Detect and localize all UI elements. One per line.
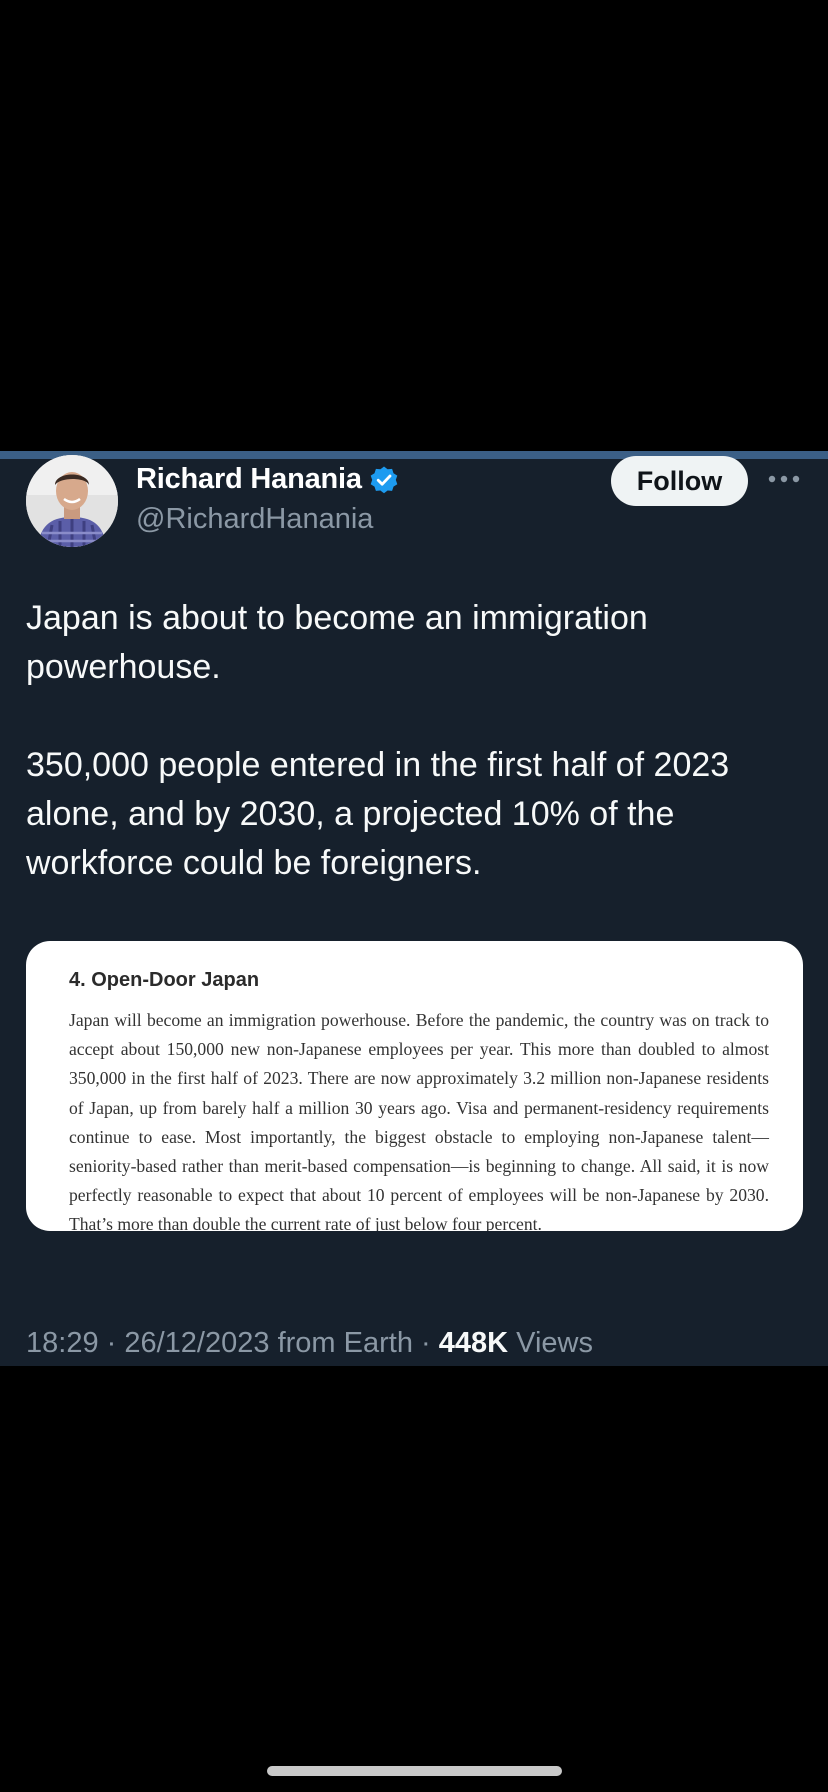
tweet-time[interactable]: 18:29 [26,1327,99,1359]
tweet-meta: 18:29 · 26/12/2023 from Earth · 448K Vie… [26,1327,593,1360]
tweet-source: from Earth [269,1327,413,1359]
meta-separator: · [98,1327,125,1359]
verified-badge-icon[interactable] [369,465,399,495]
attached-image[interactable]: 4. Open-Door Japan Japan will become an … [26,941,803,1231]
tweet-date[interactable]: 26/12/2023 [124,1327,269,1359]
views-label[interactable]: Views [508,1327,593,1359]
tweet-text: Japan is about to become an immigration … [26,594,806,888]
follow-button[interactable]: Follow [611,456,748,506]
ellipsis-icon[interactable] [767,469,801,489]
home-indicator[interactable] [267,1766,562,1776]
image-body-text: Japan will become an immigration powerho… [69,1010,769,1231]
meta-separator: · [412,1327,439,1359]
tweet-paragraph: 350,000 people entered in the first half… [26,746,730,882]
avatar[interactable] [26,455,118,547]
cropped-text-remnant [70,941,630,945]
image-heading: 4. Open-Door Japan [69,969,260,991]
views-count[interactable]: 448K [439,1327,508,1359]
author-display-name[interactable]: Richard Hanania [136,463,362,496]
author-name-row[interactable]: Richard Hanania [136,463,399,496]
tweet-card: Richard Hanania @RichardHanania Follow J… [0,451,828,1366]
author-handle[interactable]: @RichardHanania [136,503,373,536]
tweet-paragraph: Japan is about to become an immigration … [26,599,648,686]
avatar-image [26,455,118,547]
